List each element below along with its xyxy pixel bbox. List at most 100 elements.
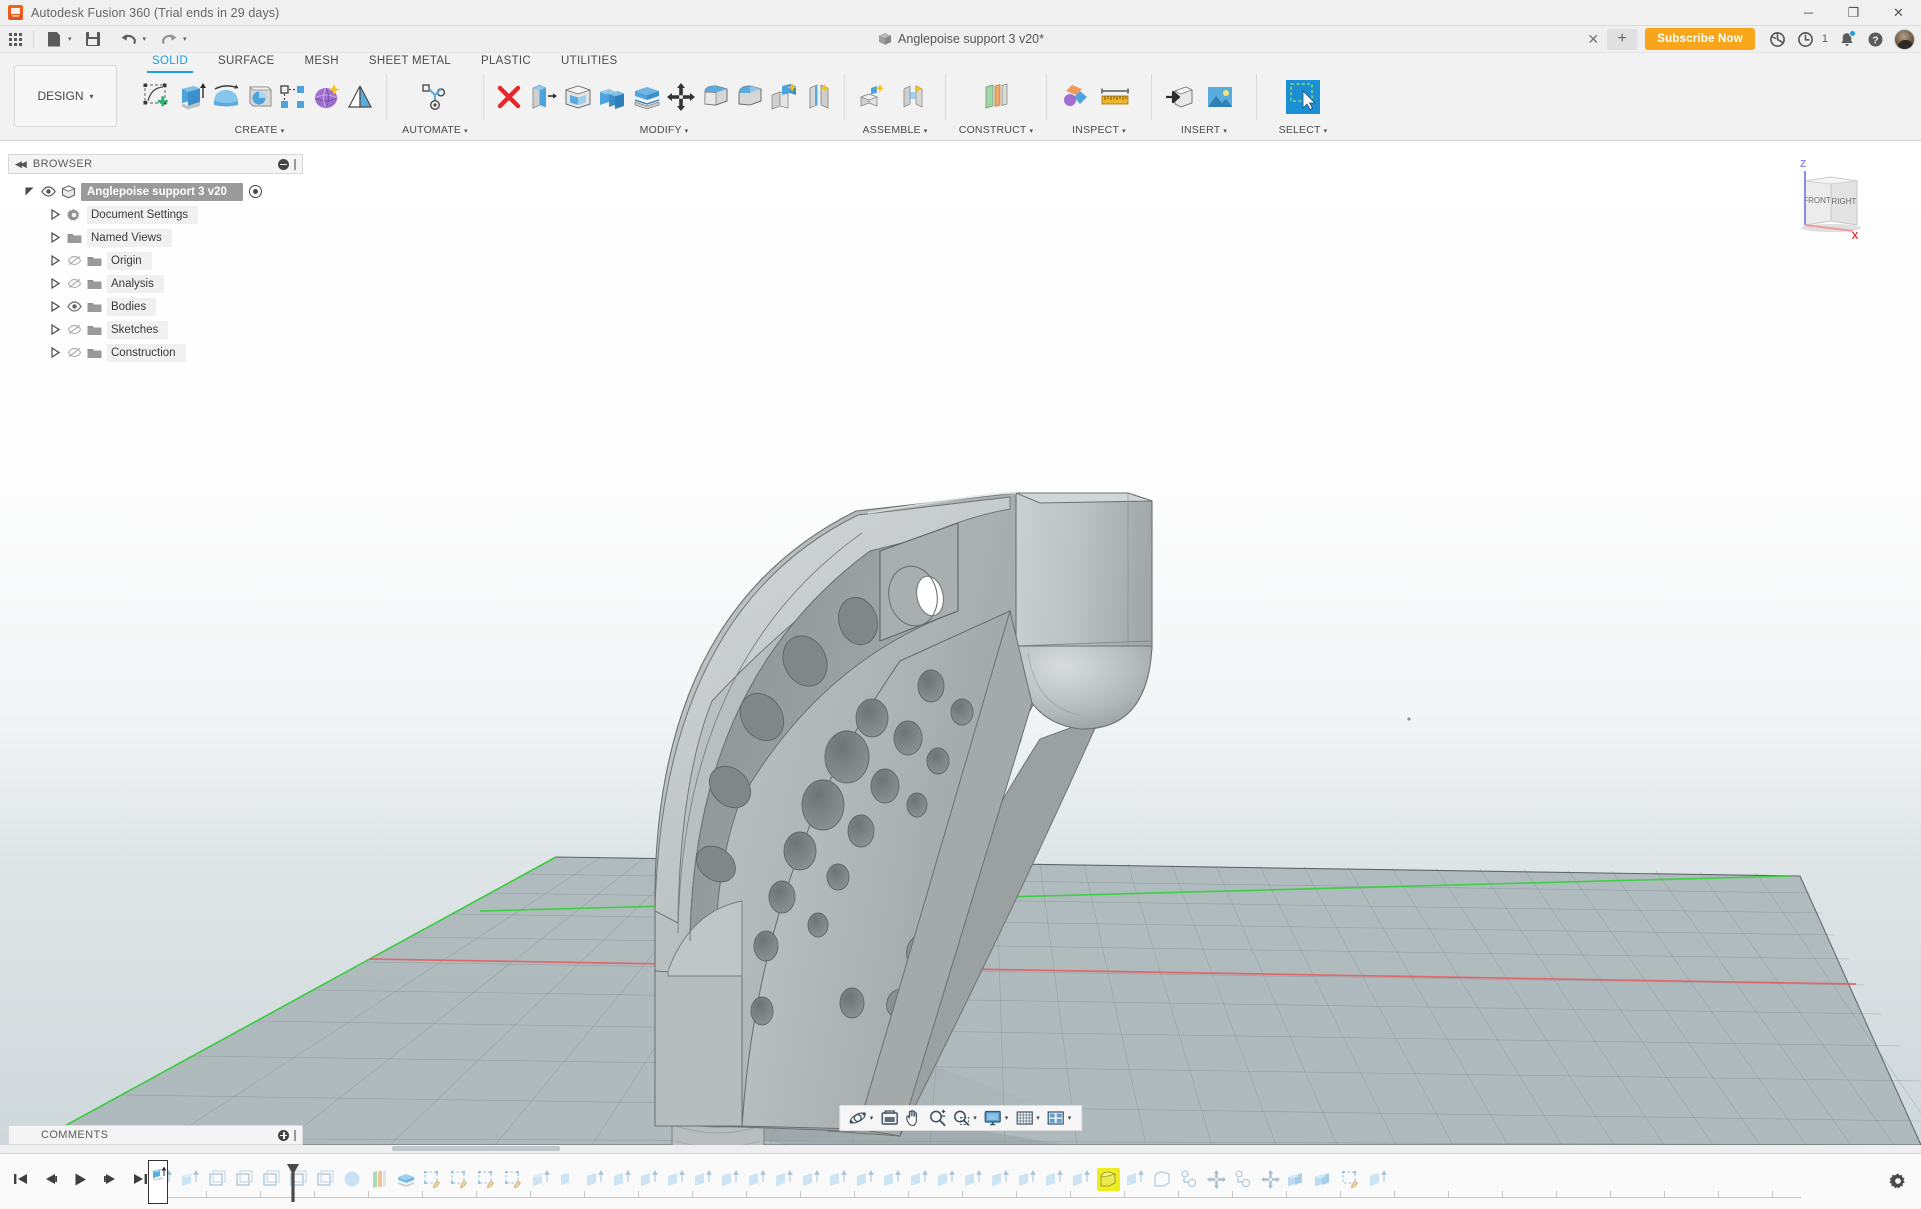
tree-node-origin[interactable]: Origin [8,249,303,272]
tree-node-root[interactable]: Anglepoise support 3 v20 [8,180,303,203]
panel-resize-grip[interactable] [294,1129,296,1141]
extrude-icon[interactable] [175,75,209,119]
tree-node-document-settings[interactable]: Document Settings [8,203,303,226]
tree-node-construction[interactable]: Construction [8,341,303,364]
insert-derive-icon[interactable] [1160,75,1200,119]
ribbon-group-label-automate[interactable]: AUTOMATE ▾ [391,123,479,139]
tree-item-label[interactable]: Document Settings [87,205,199,224]
chevron-down-icon[interactable]: ▾ [1005,1114,1009,1122]
offset-plane-icon[interactable] [976,75,1016,119]
insert-canvas-icon[interactable] [1200,75,1240,119]
chevron-down-icon[interactable]: ▾ [870,1114,874,1122]
eye-hidden-icon[interactable] [64,323,84,337]
timeline-feature[interactable] [530,1168,553,1191]
look-at-icon[interactable] [877,1106,901,1130]
ribbon-group-label-select[interactable]: SELECT ▾ [1261,123,1345,139]
revolve-icon[interactable] [209,75,243,119]
twist-closed-icon[interactable] [48,323,62,337]
tree-item-label[interactable]: Bodies [107,297,157,316]
tree-item-label[interactable]: Construction [107,343,186,362]
timeline-feature[interactable] [341,1168,364,1191]
tree-node-named-views[interactable]: Named Views [8,226,303,249]
shell-icon[interactable] [561,75,595,119]
tree-item-label[interactable]: Named Views [87,228,172,247]
timeline-feature[interactable] [989,1168,1012,1191]
eye-hidden-icon[interactable] [64,254,84,268]
timeline-feature[interactable] [584,1168,607,1191]
undo-icon[interactable] [116,27,142,51]
tree-item-label[interactable]: Origin [107,251,152,270]
offset-face-icon[interactable] [630,75,664,119]
chevron-down-icon[interactable]: ▾ [68,35,72,43]
chevron-down-icon[interactable]: ▾ [183,35,187,43]
undo-button[interactable]: ▾ [114,27,147,51]
eye-hidden-icon[interactable] [64,277,84,291]
section-analysis-icon[interactable] [1055,75,1095,119]
chevron-down-icon[interactable]: ▾ [1068,1114,1072,1122]
timeline-feature[interactable] [692,1168,715,1191]
timeline-feature-selected[interactable] [1097,1167,1120,1191]
timeline-feature[interactable] [233,1168,256,1191]
twist-closed-icon[interactable] [48,277,62,291]
help-icon[interactable]: ? [1862,28,1888,50]
twist-open-icon[interactable] [22,185,36,199]
select-window-icon[interactable] [1283,75,1323,119]
new-tab-button[interactable]: + [1607,28,1638,50]
ribbon-group-label-construct[interactable]: CONSTRUCT ▾ [950,123,1042,139]
fillet-icon[interactable] [698,75,732,119]
ribbon-group-label-create[interactable]: CREATE ▾ [137,123,382,139]
add-comment-icon[interactable] [278,1129,289,1141]
timeline-feature[interactable] [557,1168,580,1191]
timeline-feature[interactable] [1205,1168,1228,1191]
close-tab-button[interactable]: ✕ [1581,26,1605,53]
measure-icon[interactable] [1095,75,1135,119]
workspace-switcher-design[interactable]: DESIGN ▾ [14,65,117,127]
minimize-button[interactable]: ─ [1786,0,1831,26]
timeline-feature[interactable] [962,1168,985,1191]
active-component-radio[interactable] [248,185,262,198]
ribbon-group-label-modify[interactable]: MODIFY ▾ [488,123,840,139]
chevron-down-icon[interactable]: ▾ [143,35,147,43]
orbit-icon[interactable] [846,1106,870,1130]
twist-closed-icon[interactable] [48,254,62,268]
chevron-down-icon[interactable]: ▾ [973,1114,977,1122]
timeline-feature[interactable] [314,1168,337,1191]
tree-node-bodies[interactable]: Bodies [8,295,303,318]
twist-closed-icon[interactable] [48,231,62,245]
step-forward-icon[interactable] [102,1171,118,1187]
viewports-icon[interactable] [1044,1106,1068,1130]
clock-icon[interactable] [1793,28,1819,50]
twist-closed-icon[interactable] [48,208,62,222]
timeline-feature[interactable] [881,1168,904,1191]
timeline-feature[interactable] [1043,1168,1066,1191]
delete-icon[interactable] [492,75,526,119]
timeline-feature[interactable] [638,1168,661,1191]
split-face-icon[interactable] [802,75,836,119]
sweep-icon[interactable] [243,75,277,119]
rib-icon[interactable] [344,75,378,119]
timeline-feature[interactable] [1178,1168,1201,1191]
eye-hidden-icon[interactable] [64,346,84,360]
tree-item-label[interactable]: Analysis [107,274,164,293]
combine-icon[interactable] [595,75,629,119]
timeline-feature[interactable] [395,1168,418,1191]
timeline-feature[interactable] [1340,1168,1363,1191]
model-anglepoise-support[interactable] [654,491,1153,1145]
timeline-feature[interactable] [800,1168,823,1191]
user-avatar[interactable] [1894,28,1915,50]
tree-item-label[interactable]: Sketches [107,320,169,339]
timeline-feature[interactable] [368,1168,391,1191]
timeline-feature[interactable] [665,1168,688,1191]
subscribe-now-button[interactable]: Subscribe Now [1645,28,1755,50]
ribbon-group-label-assemble[interactable]: ASSEMBLE ▾ [849,123,941,139]
timeline-feature[interactable] [449,1168,472,1191]
timeline-feature[interactable] [206,1168,229,1191]
sync-icon[interactable] [1765,28,1791,50]
timeline-feature[interactable] [611,1168,634,1191]
timeline-feature[interactable] [1151,1168,1174,1191]
timeline-feature[interactable] [1070,1168,1093,1191]
move-copy-icon[interactable] [664,75,698,119]
maximize-button[interactable]: ❐ [1831,0,1876,26]
timeline-feature[interactable] [179,1168,202,1191]
timeline-track[interactable] [152,1164,1801,1202]
